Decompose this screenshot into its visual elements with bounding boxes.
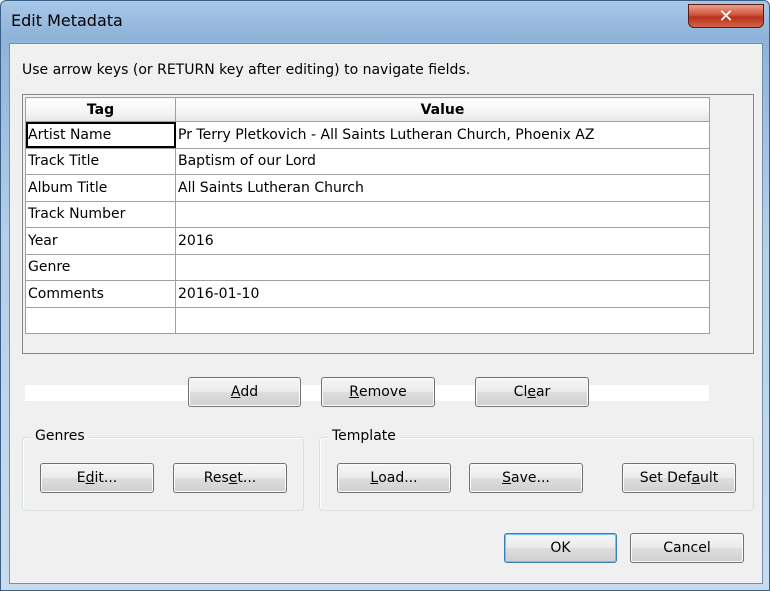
close-icon: ✕ — [718, 5, 734, 27]
table-row — [25, 306, 710, 334]
set-default-label-mnemonic: a — [691, 470, 701, 486]
genres-reset-label-mnemonic: e — [228, 470, 238, 486]
table-header-row: Tag Value — [25, 97, 710, 122]
template-group: Template Load... Save... Set Def a ult — [319, 428, 754, 511]
template-save-label-post: ave... — [511, 470, 550, 486]
add-label-mnemonic: A — [230, 384, 241, 400]
add-button[interactable]: Add — [188, 377, 301, 407]
edit-metadata-dialog: Edit Metadata ✕ Use arrow keys (or RETUR… — [0, 0, 770, 591]
tag-cell[interactable]: Comments — [25, 280, 176, 308]
value-cell[interactable] — [175, 200, 710, 228]
instruction-text: Use arrow keys (or RETURN key after edit… — [22, 62, 471, 78]
value-cell[interactable] — [175, 253, 710, 281]
template-load-button[interactable]: Load... — [337, 463, 451, 493]
value-cell[interactable]: Baptism of our Lord — [175, 147, 710, 175]
table-row: Track Title Baptism of our Lord — [25, 147, 710, 175]
template-save-label-mnemonic: S — [502, 470, 512, 486]
table-row: Genre — [25, 253, 710, 281]
table-row: Year 2016 — [25, 227, 710, 255]
add-label-post: dd — [240, 384, 259, 400]
table-row: Artist Name Pr Terry Pletkovich - All Sa… — [25, 121, 710, 149]
genres-reset-label-pre: Res — [203, 470, 229, 486]
template-load-label-mnemonic: L — [370, 470, 379, 486]
set-default-label-pre: Set Def — [639, 470, 692, 486]
value-cell[interactable]: Pr Terry Pletkovich - All Saints Luthera… — [175, 121, 710, 149]
value-cell[interactable]: 2016-01-10 — [175, 280, 710, 308]
clear-label-pre: Cl — [513, 384, 528, 400]
template-load-label-post: oad... — [378, 470, 418, 486]
tag-cell[interactable]: Year — [25, 227, 176, 255]
tag-cell[interactable] — [25, 306, 176, 334]
template-group-label: Template — [328, 428, 400, 444]
genres-edit-label-pre: E — [76, 470, 86, 486]
ok-button[interactable]: OK — [504, 533, 617, 563]
remove-button[interactable]: Remove — [321, 377, 435, 407]
close-button[interactable]: ✕ — [688, 4, 764, 28]
ok-label: OK — [550, 540, 571, 556]
table-row: Comments 2016-01-10 — [25, 280, 710, 308]
tag-cell[interactable]: Track Number — [25, 200, 176, 228]
genres-edit-label-post: it... — [94, 470, 118, 486]
metadata-table: Tag Value Artist Name Pr Terry Pletkovic… — [25, 97, 710, 334]
value-cell[interactable]: All Saints Lutheran Church — [175, 174, 710, 202]
value-cell[interactable] — [175, 306, 710, 334]
tag-cell[interactable]: Genre — [25, 253, 176, 281]
column-header-tag[interactable]: Tag — [25, 97, 176, 122]
tag-cell[interactable]: Track Title — [25, 147, 176, 175]
dialog-client-area: Use arrow keys (or RETURN key after edit… — [9, 43, 763, 584]
template-save-button[interactable]: Save... — [469, 463, 583, 493]
clear-label-post: ar — [535, 384, 551, 400]
genres-reset-button[interactable]: Res e t... — [173, 463, 287, 493]
metadata-grid[interactable]: Tag Value Artist Name Pr Terry Pletkovic… — [22, 94, 754, 401]
cancel-button[interactable]: Cancel — [630, 533, 744, 563]
set-default-label-post: ult — [700, 470, 719, 486]
template-set-default-button[interactable]: Set Def a ult — [622, 463, 736, 493]
genres-edit-button[interactable]: Ed it... — [40, 463, 154, 493]
table-row: Track Number — [25, 200, 710, 228]
remove-label-mnemonic: R — [349, 384, 359, 400]
cancel-label: Cancel — [663, 540, 711, 556]
title-bar[interactable]: Edit Metadata ✕ — [1, 1, 769, 41]
genres-edit-label-mnemonic: d — [85, 470, 95, 486]
table-row: Album Title All Saints Lutheran Church — [25, 174, 710, 202]
value-cell[interactable]: 2016 — [175, 227, 710, 255]
clear-button[interactable]: Cl e ar — [475, 377, 589, 407]
dialog-title: Edit Metadata — [11, 11, 123, 30]
remove-label-post: emove — [359, 384, 407, 400]
tag-cell[interactable]: Artist Name — [25, 121, 176, 149]
clear-label-mnemonic: e — [527, 384, 536, 400]
genres-reset-label-post: t... — [237, 470, 257, 486]
column-header-value[interactable]: Value — [175, 97, 710, 122]
tag-cell[interactable]: Album Title — [25, 174, 176, 202]
genres-group: Genres Ed it... Res e t... — [22, 428, 304, 511]
genres-group-label: Genres — [31, 428, 89, 444]
